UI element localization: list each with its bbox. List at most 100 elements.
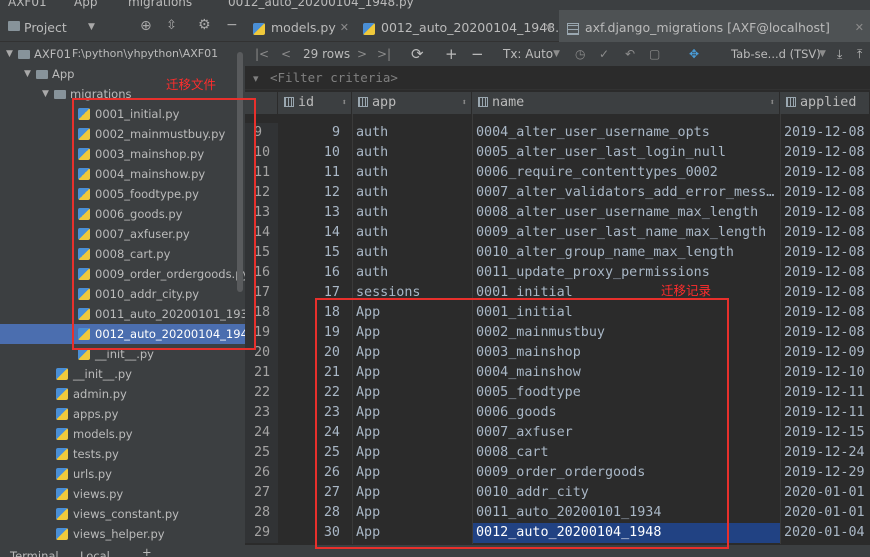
bottom-tab[interactable]: Terminal: [10, 549, 59, 557]
add-row-icon[interactable]: +: [445, 45, 458, 63]
column-header[interactable]: applied: [780, 92, 870, 114]
cell-applied[interactable]: 2019-12-11: [784, 403, 870, 423]
cell-name[interactable]: 0005_alter_user_last_login_null: [476, 143, 780, 163]
cell-applied[interactable]: 2019-12-24: [784, 443, 870, 463]
cell-app[interactable]: auth: [356, 163, 472, 183]
tree-row[interactable]: apps.py: [0, 404, 245, 424]
cell-id[interactable]: 10: [278, 143, 340, 163]
tx-chevron-icon[interactable]: ▼: [553, 45, 560, 63]
cell-name[interactable]: 0011_update_proxy_permissions: [476, 263, 780, 283]
cell-applied[interactable]: 2019-12-08: [784, 283, 870, 303]
cell-applied[interactable]: 2019-12-09: [784, 343, 870, 363]
rows-count[interactable]: 29 rows: [303, 45, 350, 63]
row-number[interactable]: 28: [245, 503, 278, 523]
chevron-down-icon[interactable]: ▼: [88, 22, 95, 32]
cell-id[interactable]: 13: [278, 203, 340, 223]
breadcrumb-item[interactable]: App: [74, 0, 97, 9]
gear-icon[interactable]: ⚙: [198, 17, 211, 33]
bottom-tab[interactable]: Local: [80, 549, 110, 557]
tree-row[interactable]: urls.py: [0, 464, 245, 484]
cell-id[interactable]: 11: [278, 163, 340, 183]
tree-row[interactable]: __init__.py: [0, 364, 245, 384]
cell-applied[interactable]: 2019-12-08: [784, 303, 870, 323]
submit-icon[interactable]: ◷: [575, 45, 585, 63]
last-page-icon[interactable]: >|: [377, 45, 391, 63]
cell-applied[interactable]: 2019-12-08: [784, 123, 870, 143]
column-header[interactable]: name ⬍: [472, 92, 780, 114]
cell-app[interactable]: auth: [356, 183, 472, 203]
cell-id[interactable]: 14: [278, 223, 340, 243]
tx-mode-select[interactable]: Tx: Auto: [503, 45, 553, 63]
cell-applied[interactable]: 2019-12-29: [784, 463, 870, 483]
cell-applied[interactable]: 2019-12-10: [784, 363, 870, 383]
breadcrumb-item[interactable]: migrations: [128, 0, 192, 9]
tree-row[interactable]: models.py: [0, 424, 245, 444]
cell-app[interactable]: auth: [356, 123, 472, 143]
row-number[interactable]: 21: [245, 363, 278, 383]
refresh-icon[interactable]: ⟳: [411, 45, 424, 63]
cell-name[interactable]: 0004_alter_user_username_opts: [476, 123, 780, 143]
tree-row[interactable]: views_constant.py: [0, 504, 245, 524]
commit-icon[interactable]: ✓: [599, 45, 609, 63]
cell-applied[interactable]: 2019-12-08: [784, 143, 870, 163]
format-chevron-icon[interactable]: ▼: [819, 45, 826, 63]
delete-row-icon[interactable]: −: [471, 45, 484, 63]
editor-tab[interactable]: models.py ✕: [245, 10, 355, 42]
query-icon[interactable]: ✥: [689, 45, 699, 63]
sort-icon[interactable]: ⬍: [462, 92, 467, 114]
cell-name[interactable]: 0008_alter_user_username_max_length: [476, 203, 780, 223]
cell-applied[interactable]: 2019-12-11: [784, 383, 870, 403]
download-icon[interactable]: ⤓: [837, 45, 842, 63]
tree-row[interactable]: admin.py: [0, 384, 245, 404]
row-number[interactable]: 22: [245, 383, 278, 403]
tree-row[interactable]: views.py: [0, 484, 245, 504]
cell-name[interactable]: 0010_alter_group_name_max_length: [476, 243, 780, 263]
first-page-icon[interactable]: |<: [255, 45, 269, 63]
cell-applied[interactable]: 2019-12-15: [784, 423, 870, 443]
cell-id[interactable]: 16: [278, 263, 340, 283]
cell-applied[interactable]: 2019-12-08: [784, 243, 870, 263]
hide-panel-icon[interactable]: −: [226, 17, 238, 33]
collapse-all-icon[interactable]: ⇳: [166, 18, 177, 33]
breadcrumb-item[interactable]: 0012_auto_20200104_1948.py: [228, 0, 414, 9]
cell-app[interactable]: auth: [356, 203, 472, 223]
tree-row[interactable]: views_helper.py: [0, 524, 245, 544]
locate-icon[interactable]: ⊕: [140, 18, 152, 34]
upload-icon[interactable]: ⤒: [857, 45, 862, 63]
close-icon[interactable]: ✕: [855, 10, 864, 46]
cell-applied[interactable]: 2020-01-04: [784, 523, 870, 543]
cell-id[interactable]: 9: [278, 123, 340, 143]
cancel-icon[interactable]: ▢: [649, 45, 660, 63]
cell-id[interactable]: 15: [278, 243, 340, 263]
sort-icon[interactable]: ⬍: [770, 92, 775, 114]
row-number[interactable]: 24: [245, 423, 278, 443]
cell-applied[interactable]: 2019-12-08: [784, 203, 870, 223]
column-header[interactable]: id ⬍: [278, 92, 352, 114]
cell-applied[interactable]: 2019-12-08: [784, 263, 870, 283]
row-number[interactable]: 26: [245, 463, 278, 483]
cell-app[interactable]: auth: [356, 143, 472, 163]
cell-name[interactable]: 0009_alter_user_last_name_max_length: [476, 223, 780, 243]
row-number[interactable]: 23: [245, 403, 278, 423]
sort-icon[interactable]: ⬍: [342, 92, 347, 114]
project-panel-title[interactable]: Project: [24, 20, 67, 35]
expand-arrow-icon[interactable]: ▼: [42, 84, 52, 104]
cell-name[interactable]: 0006_require_contenttypes_0002: [476, 163, 780, 183]
breadcrumb-item[interactable]: AXF01: [8, 0, 47, 9]
close-icon[interactable]: ✕: [340, 10, 349, 46]
row-number[interactable]: 25: [245, 443, 278, 463]
cell-applied[interactable]: 2019-12-08: [784, 323, 870, 343]
add-terminal-icon[interactable]: +: [142, 545, 152, 557]
cell-applied[interactable]: 2019-12-08: [784, 183, 870, 203]
cell-applied[interactable]: 2020-01-01: [784, 503, 870, 523]
editor-tab[interactable]: axf.django_migrations [AXF@localhost] ✕: [559, 10, 870, 42]
cell-app[interactable]: auth: [356, 223, 472, 243]
cell-applied[interactable]: 2019-12-08: [784, 223, 870, 243]
cell-id[interactable]: 12: [278, 183, 340, 203]
editor-tab[interactable]: 0012_auto_20200104_1948.py ✕: [355, 10, 574, 42]
prev-page-icon[interactable]: <: [281, 45, 291, 63]
row-number[interactable]: 27: [245, 483, 278, 503]
tree-row[interactable]: tests.py: [0, 444, 245, 464]
expand-arrow-icon[interactable]: ▼: [6, 44, 16, 64]
row-number[interactable]: 29: [245, 523, 278, 543]
